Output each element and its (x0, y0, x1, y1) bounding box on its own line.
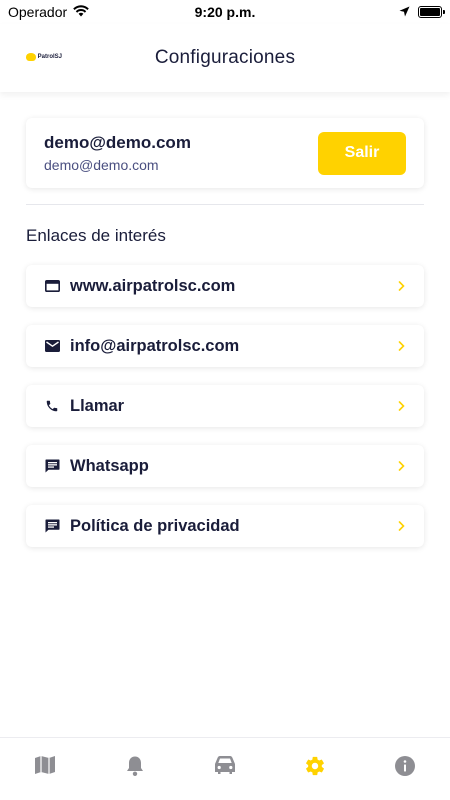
logo-mark-icon (26, 53, 36, 61)
link-item-website[interactable]: www.airpatrolsc.com (26, 265, 424, 307)
status-right (399, 4, 445, 20)
tab-bar (0, 737, 450, 800)
chevron-right-icon (396, 461, 406, 471)
gear-icon (304, 755, 326, 782)
link-label: Llamar (70, 396, 125, 415)
account-info: demo@demo.com demo@demo.com (44, 133, 191, 173)
link-label: Whatsapp (70, 456, 149, 475)
status-left: Operador (8, 4, 89, 20)
logout-button[interactable]: Salir (318, 131, 406, 175)
tab-map[interactable] (15, 755, 75, 780)
page-title: Configuraciones (154, 47, 296, 68)
chevron-right-icon (396, 521, 406, 531)
info-icon (394, 755, 416, 782)
mail-icon (44, 338, 60, 354)
status-bar: Operador 9:20 p.m. (0, 0, 450, 24)
section-title: Enlaces de interés (26, 226, 166, 245)
header: PatrolSJ Configuraciones (0, 24, 450, 92)
browser-icon (44, 278, 60, 294)
tab-settings[interactable] (285, 755, 345, 782)
bell-icon (125, 755, 145, 782)
phone-icon (44, 398, 60, 414)
chat-icon (44, 458, 60, 474)
chevron-right-icon (396, 401, 406, 411)
wifi-icon (73, 4, 89, 20)
link-label: Política de privacidad (70, 516, 240, 535)
tab-notifications[interactable] (105, 755, 165, 782)
chevron-right-icon (396, 281, 406, 291)
battery-icon (418, 6, 445, 18)
car-icon (213, 755, 237, 780)
link-label: info@airpatrolsc.com (70, 336, 240, 355)
link-item-whatsapp[interactable]: Whatsapp (26, 445, 424, 487)
link-label: www.airpatrolsc.com (70, 276, 236, 295)
chevron-right-icon (396, 341, 406, 351)
link-list: www.airpatrolsc.com info@airpatrolsc.com (26, 265, 424, 565)
location-arrow-icon (399, 4, 410, 20)
map-icon (34, 755, 56, 780)
link-item-call[interactable]: Llamar (26, 385, 424, 427)
link-item-privacy-policy[interactable]: Política de privacidad (26, 505, 424, 547)
account-email: demo@demo.com (44, 133, 191, 152)
account-email-secondary: demo@demo.com (44, 157, 159, 173)
logo-text: PatrolSJ (37, 54, 62, 60)
app-logo: PatrolSJ (26, 51, 62, 63)
account-card: demo@demo.com demo@demo.com Salir (26, 118, 424, 188)
chat-icon (44, 518, 60, 534)
link-item-email[interactable]: info@airpatrolsc.com (26, 325, 424, 367)
tab-info[interactable] (375, 755, 435, 782)
divider (26, 204, 424, 205)
tab-vehicles[interactable] (195, 755, 255, 780)
carrier-label: Operador (8, 4, 68, 20)
